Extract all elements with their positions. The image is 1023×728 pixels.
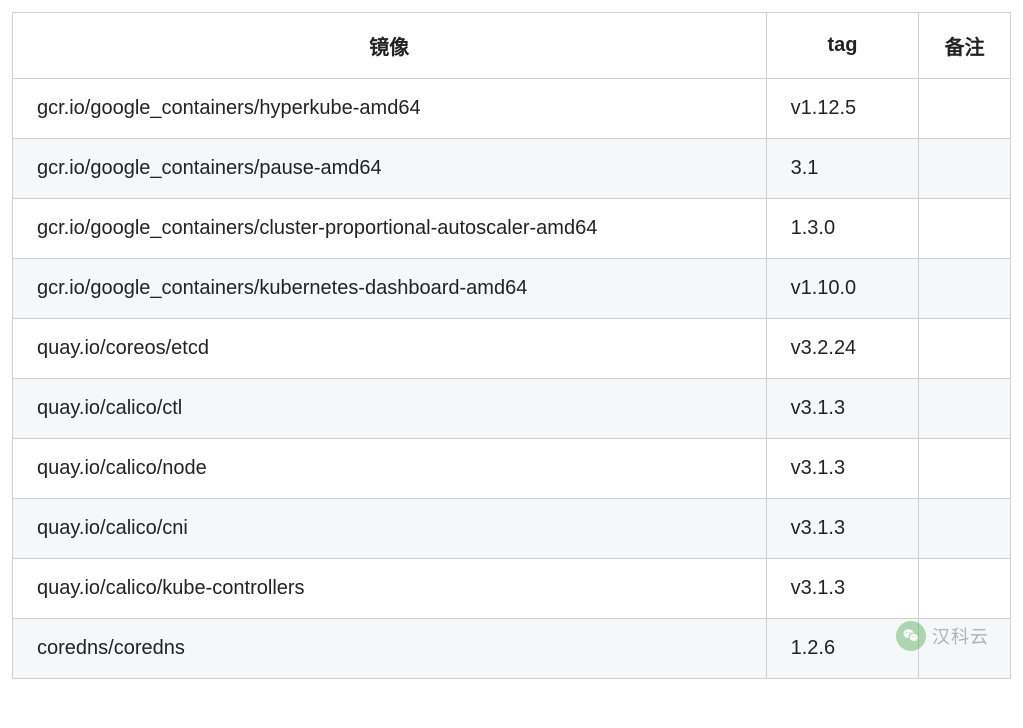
table-row: quay.io/calico/node v3.1.3	[13, 439, 1011, 499]
table-body: gcr.io/google_containers/hyperkube-amd64…	[13, 79, 1011, 679]
cell-image: gcr.io/google_containers/kubernetes-dash…	[13, 259, 767, 319]
table-row: gcr.io/google_containers/pause-amd64 3.1	[13, 139, 1011, 199]
cell-image: quay.io/calico/cni	[13, 499, 767, 559]
cell-note	[919, 259, 1011, 319]
cell-image: quay.io/calico/kube-controllers	[13, 559, 767, 619]
table-row: quay.io/coreos/etcd v3.2.24	[13, 319, 1011, 379]
cell-tag: v3.1.3	[766, 559, 919, 619]
cell-tag: v3.1.3	[766, 499, 919, 559]
table-row: coredns/coredns 1.2.6	[13, 619, 1011, 679]
table-row: gcr.io/google_containers/kubernetes-dash…	[13, 259, 1011, 319]
cell-note	[919, 619, 1011, 679]
header-tag: tag	[766, 13, 919, 79]
table-row: gcr.io/google_containers/hyperkube-amd64…	[13, 79, 1011, 139]
cell-note	[919, 319, 1011, 379]
table-header-row: 镜像 tag 备注	[13, 13, 1011, 79]
cell-tag: 1.2.6	[766, 619, 919, 679]
cell-note	[919, 379, 1011, 439]
cell-tag: v3.1.3	[766, 379, 919, 439]
cell-image: quay.io/calico/node	[13, 439, 767, 499]
cell-tag: 3.1	[766, 139, 919, 199]
images-table: 镜像 tag 备注 gcr.io/google_containers/hyper…	[12, 12, 1011, 679]
cell-note	[919, 559, 1011, 619]
cell-image: quay.io/calico/ctl	[13, 379, 767, 439]
cell-tag: v1.10.0	[766, 259, 919, 319]
table-row: gcr.io/google_containers/cluster-proport…	[13, 199, 1011, 259]
cell-note	[919, 499, 1011, 559]
table-row: quay.io/calico/ctl v3.1.3	[13, 379, 1011, 439]
cell-image: coredns/coredns	[13, 619, 767, 679]
cell-note	[919, 439, 1011, 499]
cell-image: gcr.io/google_containers/pause-amd64	[13, 139, 767, 199]
header-image: 镜像	[13, 13, 767, 79]
table-row: quay.io/calico/cni v3.1.3	[13, 499, 1011, 559]
cell-tag: v1.12.5	[766, 79, 919, 139]
cell-image: gcr.io/google_containers/cluster-proport…	[13, 199, 767, 259]
cell-tag: 1.3.0	[766, 199, 919, 259]
cell-tag: v3.2.24	[766, 319, 919, 379]
table-row: quay.io/calico/kube-controllers v3.1.3	[13, 559, 1011, 619]
cell-tag: v3.1.3	[766, 439, 919, 499]
cell-note	[919, 199, 1011, 259]
cell-image: quay.io/coreos/etcd	[13, 319, 767, 379]
cell-note	[919, 139, 1011, 199]
cell-image: gcr.io/google_containers/hyperkube-amd64	[13, 79, 767, 139]
header-note: 备注	[919, 13, 1011, 79]
cell-note	[919, 79, 1011, 139]
